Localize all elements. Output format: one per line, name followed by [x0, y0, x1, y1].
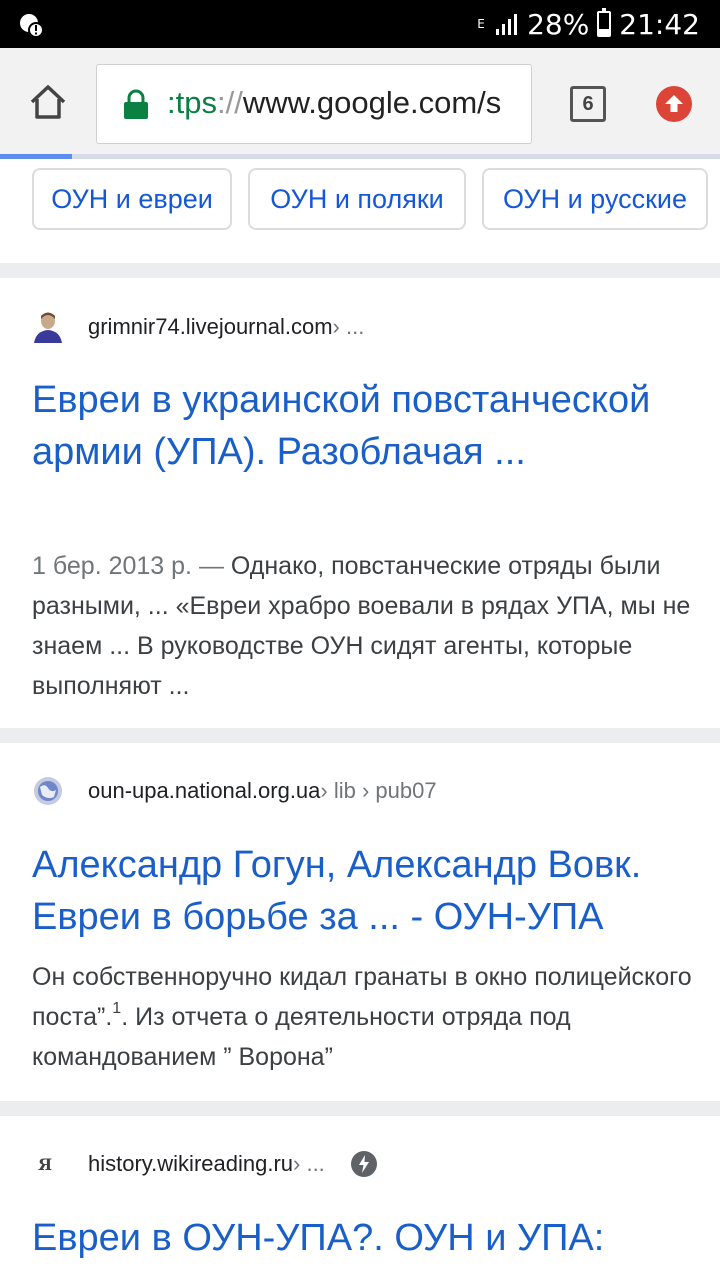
globe-icon [34, 777, 62, 805]
result-path: › ... [293, 1151, 325, 1176]
network-type-icon: E [477, 17, 485, 31]
result-domain: history.wikireading.ru [88, 1151, 294, 1176]
divider [0, 263, 720, 278]
battery-icon [597, 8, 612, 37]
notification-icon [20, 14, 44, 38]
chip-oun-russians[interactable]: ОУН и русские [482, 168, 708, 230]
related-chips: ОУН и евреи ОУН и поляки ОУН и русские [0, 159, 720, 263]
result-domain: grimnir74.livejournal.com [88, 314, 333, 339]
result-path: › lib › pub07 [320, 778, 437, 803]
signal-icon [496, 14, 518, 35]
tab-switcher-button[interactable]: 6 [570, 86, 606, 122]
divider [0, 728, 720, 743]
result-snippet: 1 бер. 2013 р. — Однако, повстанческие о… [32, 552, 691, 700]
search-result: Я history.wikireading.ru › ... Евреи в О… [0, 1116, 720, 1280]
search-result: grimnir74.livejournal.com › ... Евреи в … [0, 278, 720, 728]
result-date: 1 бер. 2013 р. — [32, 552, 231, 580]
home-icon[interactable] [28, 82, 68, 122]
lock-icon [124, 89, 148, 119]
result-source[interactable]: Я history.wikireading.ru › ... [32, 1146, 377, 1182]
battery-percent: 28% [527, 7, 590, 41]
result-source[interactable]: grimnir74.livejournal.com › ... [32, 309, 364, 345]
chip-oun-jews[interactable]: ОУН и евреи [32, 168, 232, 230]
search-result: oun-upa.national.org.ua › lib › pub07 Ал… [0, 743, 720, 1101]
url-bar[interactable]: :tps://www.google.com/s [96, 64, 532, 144]
result-snippet: Он собственноручно кидал гранаты в окно … [32, 963, 692, 1071]
status-bar: E 28% 21:42 [0, 0, 720, 48]
result-domain: oun-upa.national.org.ua [88, 778, 321, 803]
livejournal-user-icon [34, 312, 62, 343]
result-path: › ... [332, 314, 365, 339]
amp-lightning-icon [350, 1151, 377, 1177]
svg-text:Я: Я [38, 1155, 52, 1174]
result-title[interactable]: Александр Гогун, Александр Вовк. Евреи в… [32, 839, 702, 943]
divider [0, 1101, 720, 1116]
chip-oun-poles[interactable]: ОУН и поляки [248, 168, 466, 230]
clock: 21:42 [619, 7, 700, 41]
update-icon[interactable] [656, 86, 692, 122]
result-source[interactable]: oun-upa.national.org.ua › lib › pub07 [32, 773, 437, 809]
result-title[interactable]: Евреи в украинской повстанческой армии (… [32, 374, 702, 478]
browser-toolbar: :tps://www.google.com/s 6 [0, 48, 720, 158]
result-title[interactable]: Евреи в ОУН-УПА?. ОУН и УПА: [32, 1212, 702, 1264]
wikireading-icon: Я [38, 1155, 52, 1174]
url-text: :tps://www.google.com/s [167, 85, 502, 120]
